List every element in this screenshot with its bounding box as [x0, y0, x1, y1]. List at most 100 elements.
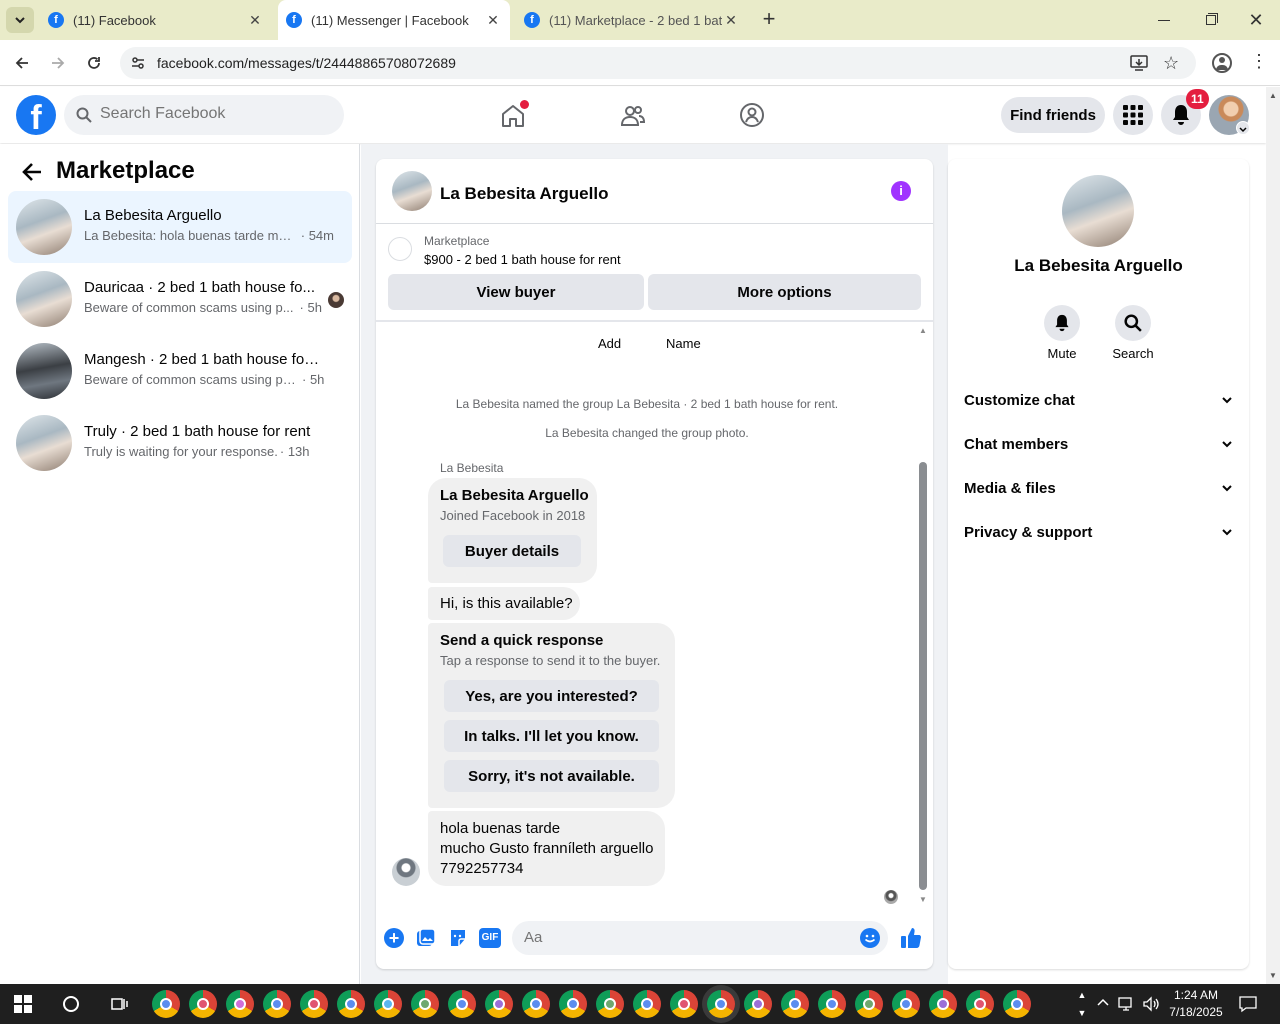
- gif-button[interactable]: GIF: [479, 928, 501, 948]
- conversation-item[interactable]: Dauricaa · 2 bed 1 bath house fo... Bewa…: [8, 263, 352, 335]
- clock-time[interactable]: 1:24 AM: [1166, 988, 1226, 1002]
- more-actions-button[interactable]: +: [384, 928, 404, 948]
- facebook-logo[interactable]: f: [16, 95, 56, 135]
- notification-center-icon[interactable]: [1238, 995, 1258, 1013]
- tab-search-button[interactable]: [6, 7, 34, 33]
- nav-friends[interactable]: [610, 95, 656, 135]
- back-button[interactable]: [16, 156, 48, 188]
- nav-groups[interactable]: [729, 95, 775, 135]
- sticker-icon[interactable]: [448, 928, 468, 948]
- mute-action[interactable]: Mute: [1042, 305, 1082, 361]
- listing-radio[interactable]: [388, 237, 412, 261]
- new-tab-button[interactable]: +: [758, 8, 780, 32]
- emoji-icon[interactable]: [860, 928, 880, 948]
- section-privacy-support[interactable]: Privacy & support: [964, 516, 1234, 548]
- find-friends-button[interactable]: Find friends: [1001, 97, 1105, 133]
- close-window-button[interactable]: ✕: [1246, 10, 1266, 30]
- profile-icon[interactable]: [1212, 53, 1232, 73]
- tab-facebook[interactable]: f (11) Facebook ✕: [40, 0, 272, 40]
- task-view-icon[interactable]: [110, 996, 128, 1012]
- chrome-taskbar-icon[interactable]: [929, 990, 957, 1018]
- chrome-taskbar-icon[interactable]: [448, 990, 476, 1018]
- nav-home[interactable]: [490, 95, 536, 135]
- close-tab-icon[interactable]: ✕: [484, 12, 502, 29]
- windows-start-icon[interactable]: [14, 995, 32, 1013]
- reload-icon[interactable]: [82, 51, 106, 75]
- tray-chevron-icon[interactable]: [1096, 996, 1110, 1010]
- quick-response-option[interactable]: Yes, are you interested?: [444, 680, 659, 712]
- address-bar[interactable]: facebook.com/messages/t/2444886570807268…: [120, 47, 1196, 79]
- chat-scrollbar-thumb[interactable]: [919, 462, 927, 890]
- chrome-taskbar-icon[interactable]: [892, 990, 920, 1018]
- chrome-taskbar-icon[interactable]: [300, 990, 328, 1018]
- chrome-taskbar-icon[interactable]: [522, 990, 550, 1018]
- back-arrow-icon[interactable]: [10, 51, 34, 75]
- message-composer[interactable]: [512, 921, 888, 955]
- message-bubble[interactable]: hola buenas tarde mucho Gusto franníleth…: [428, 811, 665, 886]
- chrome-taskbar-icon[interactable]: [855, 990, 883, 1018]
- section-chat-members[interactable]: Chat members: [964, 428, 1234, 460]
- network-icon[interactable]: [1118, 996, 1136, 1012]
- chrome-taskbar-icon[interactable]: [781, 990, 809, 1018]
- listing-title[interactable]: $900 - 2 bed 1 bath house for rent: [424, 252, 621, 267]
- chrome-taskbar-icon[interactable]: [485, 990, 513, 1018]
- chrome-taskbar-icon[interactable]: [818, 990, 846, 1018]
- chrome-taskbar-icon[interactable]: [263, 990, 291, 1018]
- search-circle-icon[interactable]: [63, 996, 79, 1012]
- chrome-taskbar-icon[interactable]: [559, 990, 587, 1018]
- quick-response-option[interactable]: In talks. I'll let you know.: [444, 720, 659, 752]
- tab-marketplace[interactable]: f (11) Marketplace - 2 bed 1 bath ✕: [516, 0, 748, 40]
- install-app-icon[interactable]: [1130, 54, 1148, 72]
- chrome-taskbar-icon[interactable]: [374, 990, 402, 1018]
- chrome-taskbar-icon[interactable]: [1003, 990, 1031, 1018]
- conversation-info-icon[interactable]: i: [891, 181, 911, 201]
- conversation-item[interactable]: Truly · 2 bed 1 bath house for rent Trul…: [8, 407, 352, 479]
- section-media-files[interactable]: Media & files: [964, 472, 1234, 504]
- chrome-taskbar-icon[interactable]: [337, 990, 365, 1018]
- clock-date[interactable]: 7/18/2025: [1166, 1005, 1226, 1019]
- volume-icon[interactable]: [1142, 995, 1160, 1013]
- quick-response-option[interactable]: Sorry, it's not available.: [444, 760, 659, 792]
- chrome-taskbar-icon[interactable]: [596, 990, 624, 1018]
- chat-scrollbar-track[interactable]: ▲ ▼: [916, 324, 930, 904]
- info-avatar[interactable]: [1062, 175, 1134, 247]
- page-scrollbar[interactable]: ▲ ▼: [1266, 87, 1280, 984]
- account-chevron-icon[interactable]: [1236, 121, 1250, 135]
- chat-header-avatar[interactable]: [392, 171, 432, 211]
- taskbar-scroll-arrows[interactable]: ▲ ▼: [1074, 986, 1090, 1022]
- conversation-item[interactable]: Mangesh · 2 bed 1 bath house for ... Bew…: [8, 335, 352, 407]
- chat-header-name[interactable]: La Bebesita Arguello: [440, 184, 608, 204]
- bookmark-star-icon[interactable]: ☆: [1163, 53, 1179, 74]
- search-input[interactable]: [100, 105, 330, 123]
- close-tab-icon[interactable]: ✕: [722, 12, 740, 29]
- site-info-icon[interactable]: [130, 55, 146, 71]
- browser-menu-icon[interactable]: ⋮: [1250, 52, 1268, 70]
- chrome-taskbar-icon[interactable]: [633, 990, 661, 1018]
- conversation-item[interactable]: La Bebesita Arguello La Bebesita: hola b…: [8, 191, 352, 263]
- chrome-taskbar-icon[interactable]: [226, 990, 254, 1018]
- chrome-taskbar-icon[interactable]: [152, 990, 180, 1018]
- like-thumb-icon[interactable]: [899, 926, 923, 950]
- chrome-taskbar-icon[interactable]: [966, 990, 994, 1018]
- search-action[interactable]: Search: [1108, 305, 1158, 361]
- forward-arrow-icon[interactable]: [46, 51, 70, 75]
- url-text[interactable]: facebook.com/messages/t/2444886570807268…: [157, 55, 456, 71]
- minimize-window-button[interactable]: [1152, 12, 1176, 28]
- section-customize-chat[interactable]: Customize chat: [964, 384, 1234, 416]
- chrome-taskbar-icon[interactable]: [670, 990, 698, 1018]
- chrome-taskbar-icon[interactable]: [411, 990, 439, 1018]
- restore-window-button[interactable]: [1200, 10, 1220, 30]
- facebook-search[interactable]: [64, 95, 344, 135]
- chrome-taskbar-icon[interactable]: [189, 990, 217, 1018]
- chrome-taskbar-icon[interactable]: [707, 990, 735, 1018]
- tab-messenger[interactable]: f (11) Messenger | Facebook ✕: [278, 0, 510, 40]
- attach-photo-icon[interactable]: [416, 928, 436, 948]
- chrome-taskbar-icon[interactable]: [744, 990, 772, 1018]
- close-tab-icon[interactable]: ✕: [246, 12, 264, 29]
- buyer-details-button[interactable]: Buyer details: [443, 535, 581, 567]
- message-bubble[interactable]: Hi, is this available?: [428, 587, 580, 620]
- more-options-button[interactable]: More options: [648, 274, 921, 310]
- view-buyer-button[interactable]: View buyer: [388, 274, 644, 310]
- message-input[interactable]: [524, 929, 824, 946]
- menu-button[interactable]: [1113, 95, 1153, 135]
